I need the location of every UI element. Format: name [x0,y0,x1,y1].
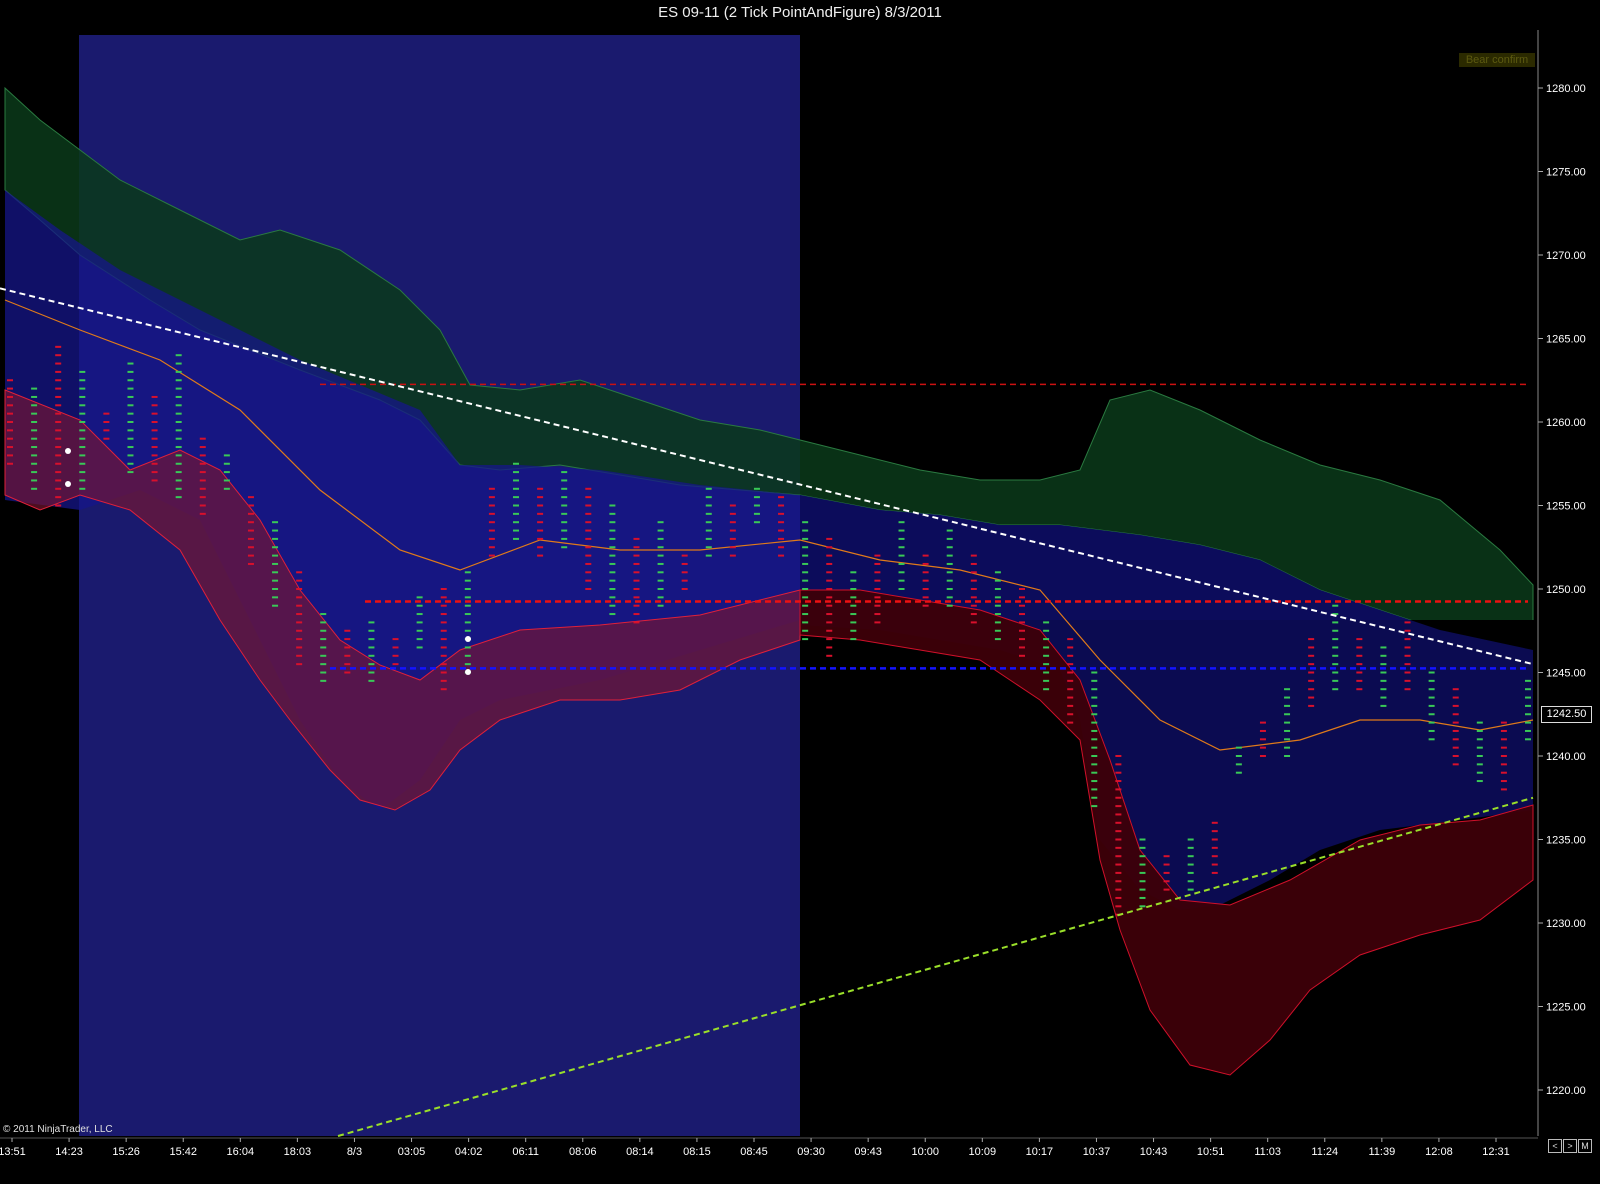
x-tick-label: 10:37 [1083,1146,1111,1158]
chart-nav: < > M [1548,1139,1592,1153]
x-tick-label: 18:03 [284,1146,312,1158]
y-tick-label: 1245.00 [1546,668,1586,680]
signal-dot [65,481,71,487]
x-tick-label: 08:14 [626,1146,654,1158]
y-tick-label: 1225.00 [1546,1002,1586,1014]
x-tick-label: 12:08 [1425,1146,1453,1158]
x-tick-label: 10:00 [911,1146,939,1158]
x-tick-label: 10:17 [1026,1146,1054,1158]
x-tick-label: 14:23 [55,1146,83,1158]
pf-column [729,504,736,557]
x-tick-label: 10:51 [1197,1146,1225,1158]
y-tick-label: 1240.00 [1546,751,1586,763]
x-tick-label: 16:04 [227,1146,255,1158]
x-tick-label: 08:06 [569,1146,597,1158]
x-tick-label: 08:15 [683,1146,711,1158]
y-tick-label: 1270.00 [1546,250,1586,262]
x-tick-label: 09:30 [797,1146,825,1158]
pf-column [802,521,809,641]
x-tick-label: 10:09 [969,1146,997,1158]
x-tick-label: 09:43 [854,1146,882,1158]
scroll-right-button[interactable]: > [1563,1139,1577,1153]
pf-column [1356,638,1363,691]
last-price-label: 1242.50 [1541,706,1592,723]
scroll-left-button[interactable]: < [1548,1139,1562,1153]
pf-column [1211,821,1218,874]
y-tick-label: 1280.00 [1546,83,1586,95]
y-tick-label: 1275.00 [1546,167,1586,179]
pf-column [79,370,86,490]
pf-column [826,537,833,657]
y-tick-label: 1265.00 [1546,334,1586,346]
x-tick-label: 15:42 [169,1146,197,1158]
x-tick-label: 10:43 [1140,1146,1168,1158]
pf-column [1187,838,1194,891]
y-tick-label: 1230.00 [1546,918,1586,930]
x-tick-label: 06:11 [512,1146,539,1158]
chart-canvas[interactable]: 1220.00 1225.00 1230.00 1235.00 1240.00 1245.… [0,0,1600,1184]
pf-column [416,596,423,649]
y-tick-label: 1235.00 [1546,835,1586,847]
x-tick-label: 11:03 [1254,1146,1281,1158]
x-tick-label: 15:26 [112,1146,140,1158]
x-tick-label: 08:45 [740,1146,768,1158]
y-tick-label: 1255.00 [1546,501,1586,513]
signal-dot [65,448,71,454]
x-tick-label: 11:24 [1311,1146,1338,1158]
x-tick-label: 13:51 [0,1146,26,1158]
x-tick-label: 8/3 [347,1146,362,1158]
signal-badge: Bear confirm [1459,53,1535,67]
signal-dot [465,636,471,642]
x-tick-label: 03:05 [398,1146,426,1158]
y-tick-label: 1250.00 [1546,584,1586,596]
x-tick-label: 11:39 [1368,1146,1395,1158]
copyright-text: © 2011 NinjaTrader, LLC [3,1124,113,1135]
menu-button[interactable]: M [1578,1139,1592,1153]
x-tick-label: 04:02 [455,1146,483,1158]
y-tick-label: 1220.00 [1546,1085,1586,1097]
y-tick-label: 1260.00 [1546,417,1586,429]
pf-column [922,554,929,607]
x-tick-label: 12:31 [1482,1146,1510,1158]
signal-dot [465,669,471,675]
